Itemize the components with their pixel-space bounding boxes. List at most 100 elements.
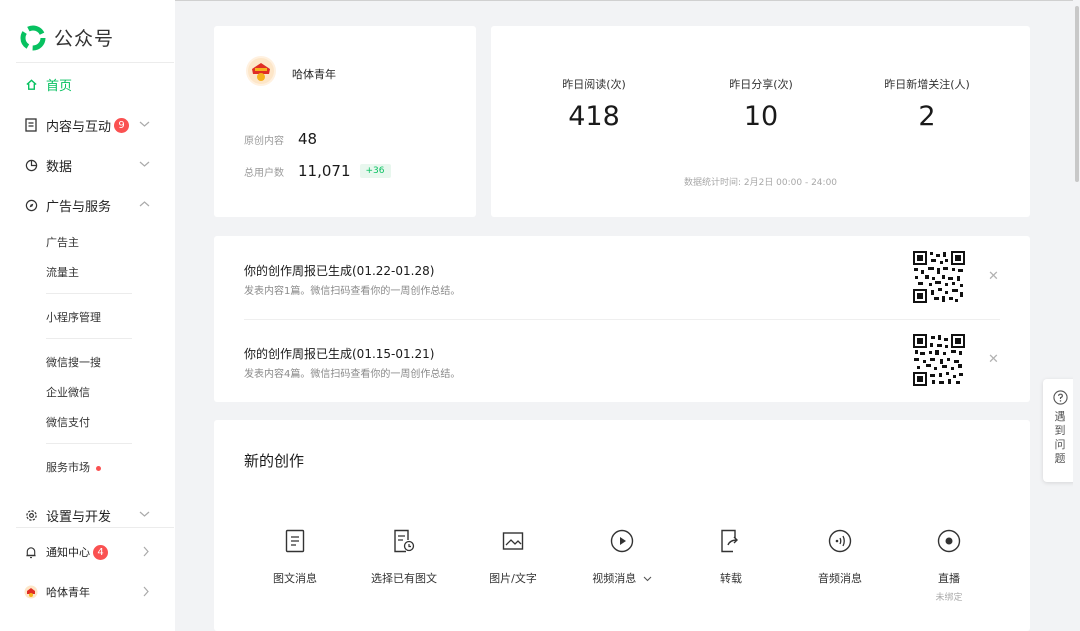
compass-icon (24, 198, 38, 212)
live-icon (894, 528, 1004, 554)
create-existing-article-label: 选择已有图文 (371, 572, 437, 585)
service-market-label: 服务市场 (46, 461, 90, 474)
stat-shares-value: 10 (743, 101, 779, 132)
sidebar-item-wechat-search[interactable]: 微信搜一搜 (46, 354, 101, 370)
sidebar-item-advertiser[interactable]: 广告主 (46, 234, 79, 250)
create-live-status: 未绑定 (935, 593, 963, 603)
create-article-button[interactable]: 图文消息 (240, 528, 350, 586)
sidebar-item-publisher[interactable]: 流量主 (46, 264, 79, 280)
report-title: 你的创作周报已生成(01.22-01.28) (244, 264, 435, 278)
stat-reads-value: 418 (568, 101, 620, 132)
stat-new-followers-value: 2 (918, 101, 936, 132)
notifications-badge: 4 (93, 544, 108, 560)
image-text-icon (458, 528, 568, 554)
nav-data[interactable]: 数据 (24, 153, 154, 177)
chevron-down-icon (139, 511, 150, 517)
chevron-down-icon (139, 161, 150, 167)
sidebar-item-mini-program[interactable]: 小程序管理 (46, 309, 101, 325)
home-icon (24, 77, 38, 91)
avatar[interactable] (246, 56, 276, 86)
sidebar-item-wechat-pay[interactable]: 微信支付 (46, 414, 90, 430)
chevron-down-icon (643, 576, 652, 582)
sidebar-divider (46, 338, 132, 339)
create-existing-article-button[interactable]: 选择已有图文 (349, 528, 459, 586)
original-content-label: 原创内容 (244, 135, 284, 147)
account-name: 哈体青年 (292, 68, 336, 81)
brand-title: 公众号 (54, 28, 115, 50)
new-dot (96, 465, 101, 471)
create-live-label: 直播 (938, 572, 960, 585)
chevron-up-icon (139, 201, 150, 207)
nav-home-label: 首页 (46, 78, 73, 94)
stat-new-followers[interactable]: 昨日新增关注(人) 2 (857, 76, 997, 132)
help-text: 遇到问题 (1054, 410, 1066, 465)
sidebar-divider (46, 443, 132, 444)
scrollbar-thumb[interactable] (1075, 6, 1079, 182)
chart-pie-icon (24, 158, 38, 172)
stat-reads-label: 昨日阅读(次) (562, 78, 626, 91)
video-icon (567, 528, 677, 554)
sidebar-divider (46, 293, 132, 294)
chevron-down-icon (139, 121, 150, 127)
sidebar-item-service-market[interactable]: 服务市场 (46, 459, 101, 475)
account-avatar-icon (24, 585, 38, 599)
nav-settings-label: 设置与开发 (46, 509, 112, 525)
question-icon (1052, 390, 1068, 405)
nav-home[interactable]: 首页 (24, 72, 154, 96)
create-audio-button[interactable]: 音频消息 (785, 528, 895, 586)
nav-notifications[interactable]: 通知中心 4 (24, 540, 154, 564)
qr-code-icon[interactable] (912, 333, 966, 387)
report-title: 你的创作周报已生成(01.15-01.21) (244, 347, 435, 361)
sidebar: 公众号 首页 内容与互动 9 数据 广告与服务 广告主 流量主 小程序管理 微信… (0, 0, 175, 631)
scrollbar[interactable] (1073, 0, 1080, 631)
stat-reads[interactable]: 昨日阅读(次) 418 (524, 76, 664, 132)
article-icon (240, 528, 350, 554)
bell-icon (24, 545, 38, 559)
nav-content-label: 内容与互动 (46, 119, 112, 135)
sidebar-divider (16, 527, 174, 528)
create-video-button[interactable]: 视频消息 (567, 528, 677, 586)
report-divider (244, 319, 1000, 320)
create-audio-label: 音频消息 (818, 572, 862, 585)
total-users-value: 11,071 (298, 162, 351, 180)
stats-card: 昨日阅读(次) 418 昨日分享(次) 10 昨日新增关注(人) 2 数据统计时… (491, 26, 1030, 217)
wechat-official-logo-icon (20, 25, 46, 50)
repost-icon (676, 528, 786, 554)
new-creation-title: 新的创作 (244, 452, 305, 470)
close-icon[interactable]: ✕ (988, 352, 999, 367)
account-card: 哈体青年 原创内容 48 总用户数 11,071 +36 (214, 26, 476, 217)
create-live-button[interactable]: 直播 未绑定 (894, 528, 1004, 603)
content-badge: 9 (114, 117, 130, 133)
stat-shares[interactable]: 昨日分享(次) 10 (691, 76, 831, 132)
stats-timestamp: 数据统计时间: 2月2日 00:00 - 24:00 (683, 178, 838, 188)
gear-icon (24, 508, 38, 522)
stat-new-followers-label: 昨日新增关注(人) (884, 78, 970, 91)
create-article-label: 图文消息 (273, 572, 317, 585)
brand-logo[interactable]: 公众号 (20, 24, 114, 51)
nav-settings[interactable]: 设置与开发 (24, 503, 154, 527)
create-video-label: 视频消息 (567, 570, 677, 586)
nav-account[interactable]: 哈体青年 (24, 580, 154, 604)
close-icon[interactable]: ✕ (988, 269, 999, 284)
nav-ads-label: 广告与服务 (46, 199, 112, 215)
nav-content[interactable]: 内容与互动 9 (24, 113, 154, 137)
original-content-row: 原创内容 48 (244, 130, 317, 148)
total-users-label: 总用户数 (244, 167, 284, 179)
document-icon (24, 118, 38, 132)
nav-ads[interactable]: 广告与服务 (24, 193, 154, 217)
create-repost-button[interactable]: 转载 (676, 528, 786, 586)
create-video-text: 视频消息 (592, 572, 637, 585)
youth-league-emblem-icon (248, 58, 274, 84)
qr-code-icon[interactable] (912, 250, 966, 304)
create-repost-label: 转载 (720, 572, 742, 585)
nav-account-label: 哈体青年 (46, 586, 90, 599)
report-subtitle: 发表内容1篇。微信扫码查看你的一周创作总结。 (244, 286, 461, 297)
report-subtitle: 发表内容4篇。微信扫码查看你的一周创作总结。 (244, 369, 461, 380)
sidebar-divider (16, 62, 174, 63)
create-image-text-button[interactable]: 图片/文字 (458, 528, 568, 586)
audio-icon (785, 528, 895, 554)
total-users-row: 总用户数 11,071 +36 (244, 162, 391, 180)
help-button[interactable]: 遇到问题 (1043, 379, 1077, 482)
weekly-report-card: 你的创作周报已生成(01.22-01.28) 发表内容1篇。微信扫码查看你的一周… (214, 236, 1030, 402)
sidebar-item-wecom[interactable]: 企业微信 (46, 384, 90, 400)
